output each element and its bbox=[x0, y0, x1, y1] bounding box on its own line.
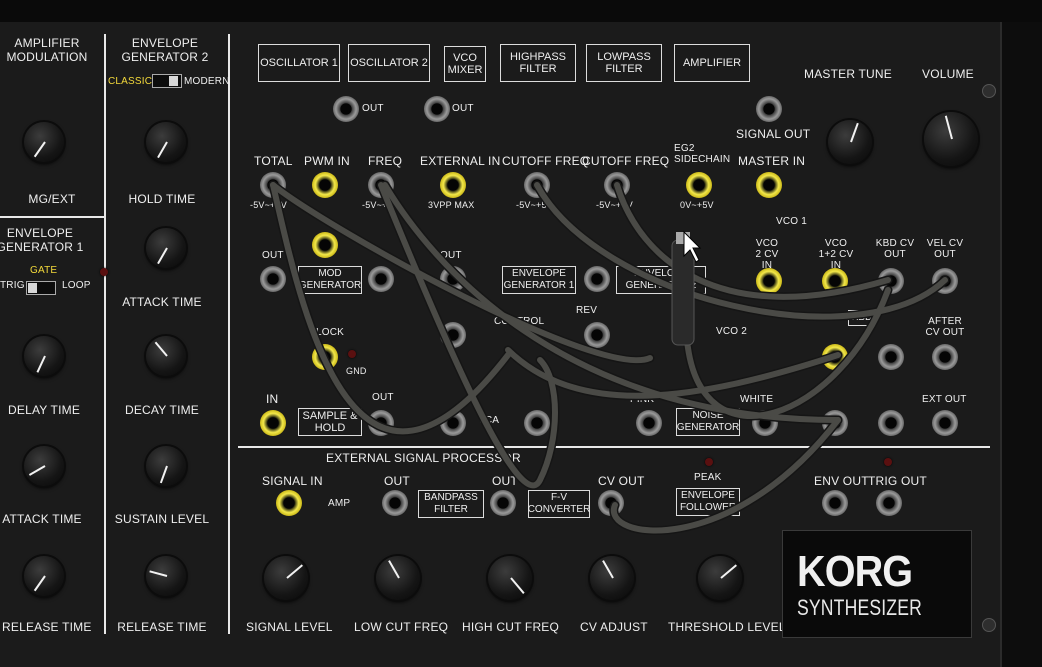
threshold-knob[interactable] bbox=[698, 556, 742, 600]
eg2-sustain-knob[interactable] bbox=[146, 446, 186, 486]
delay-time-knob[interactable] bbox=[24, 336, 64, 376]
high-cut-knob[interactable] bbox=[488, 556, 532, 600]
eg1-attack-knob[interactable] bbox=[24, 446, 64, 486]
hold-time-knob[interactable] bbox=[146, 122, 186, 162]
low-cut-knob[interactable] bbox=[376, 556, 420, 600]
eg2-decay-knob[interactable] bbox=[146, 336, 186, 376]
eg2-release-knob[interactable] bbox=[146, 556, 186, 596]
synth-window: AMPLIFIER MODULATION MG/EXT ENVELOPE GEN… bbox=[0, 0, 1042, 667]
amp-mod-knob[interactable] bbox=[24, 122, 64, 162]
eg2-attack-knob[interactable] bbox=[146, 228, 186, 268]
eg1-release-knob[interactable] bbox=[24, 556, 64, 596]
signal-level-knob[interactable] bbox=[264, 556, 308, 600]
cv-adjust-knob[interactable] bbox=[590, 556, 634, 600]
